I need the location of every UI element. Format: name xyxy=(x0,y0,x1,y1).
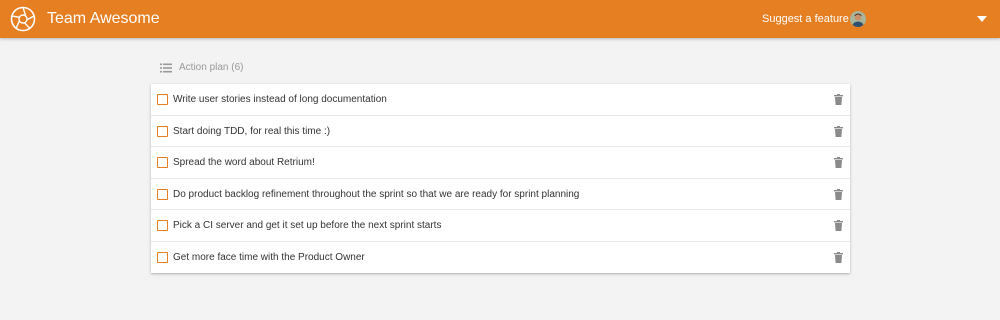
list-item: Write user stories instead of long docum… xyxy=(151,84,850,116)
trash-icon[interactable] xyxy=(834,220,843,231)
item-text: Get more face time with the Product Owne… xyxy=(173,251,365,263)
trash-icon[interactable] xyxy=(834,188,843,200)
item-checkbox[interactable] xyxy=(157,157,168,168)
avatar[interactable] xyxy=(850,11,866,27)
aperture-logo-icon[interactable] xyxy=(10,6,36,32)
item-checkbox[interactable] xyxy=(157,125,168,137)
list-item: Do product backlog refinement throughout… xyxy=(151,179,850,210)
action-plan-header: Action plan (6) xyxy=(160,61,243,75)
top-bar: Team Awesome Suggest a feature xyxy=(0,0,1000,38)
list-item: Pick a CI server and get it set up befor… xyxy=(151,210,850,242)
trash-icon[interactable] xyxy=(834,125,843,137)
account-menu-caret-icon[interactable] xyxy=(977,16,987,22)
list-item: Start doing TDD, for real this time :) xyxy=(151,116,850,147)
action-plan-list: Write user stories instead of long docum… xyxy=(151,84,850,273)
item-checkbox[interactable] xyxy=(157,188,168,200)
item-text: Write user stories instead of long docum… xyxy=(173,94,387,105)
team-name: Team Awesome xyxy=(47,10,160,27)
trash-icon[interactable] xyxy=(834,94,843,105)
trash-icon[interactable] xyxy=(834,251,843,263)
list-item: Spread the word about Retrium! xyxy=(151,147,850,179)
item-checkbox[interactable] xyxy=(157,251,168,263)
item-text: Spread the word about Retrium! xyxy=(173,157,315,168)
item-checkbox[interactable] xyxy=(157,220,168,231)
action-plan-title: Action plan (6) xyxy=(179,62,244,73)
item-text: Start doing TDD, for real this time :) xyxy=(173,125,331,137)
item-checkbox[interactable] xyxy=(157,94,168,105)
list-item: Get more face time with the Product Owne… xyxy=(151,242,850,274)
item-text: Do product backlog refinement throughout… xyxy=(173,188,580,200)
item-text: Pick a CI server and get it set up befor… xyxy=(173,220,442,231)
suggest-feature-link[interactable]: Suggest a feature xyxy=(762,12,849,26)
trash-icon[interactable] xyxy=(834,157,843,168)
list-icon xyxy=(160,63,172,73)
